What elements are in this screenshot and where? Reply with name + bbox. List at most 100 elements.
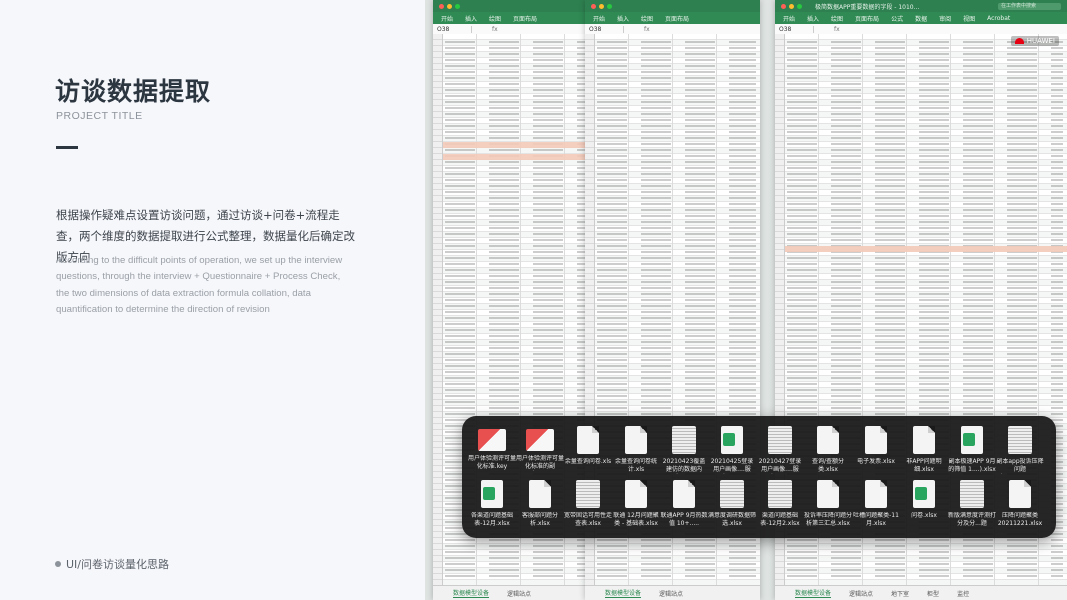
ribbon-tab[interactable]: 绘图 (489, 14, 501, 23)
file-item[interactable]: 电子发票.xlsx (852, 426, 900, 474)
file-name: 客服部问题分析.xlsx (521, 512, 558, 527)
minimize-icon[interactable] (789, 3, 794, 9)
document-file-icon (865, 480, 887, 508)
document-file-icon (625, 426, 647, 454)
file-item[interactable]: 新版满意度评测打分及分...题(1).xlsx (948, 480, 996, 528)
ribbon-tab[interactable]: 插入 (617, 14, 629, 23)
ribbon: 开始 插入 绘图 页面布局 (585, 12, 760, 24)
ribbon-tab[interactable]: 数据 (915, 14, 927, 23)
ribbon-tab[interactable]: 公式 (891, 14, 903, 23)
file-item[interactable]: 满意度调研数据筛选.xlsx (708, 480, 756, 528)
sheet-tabs: 数据模型设备 逻辑站点 (585, 585, 760, 600)
file-name: 联通APP 9月热数值 10+.....服).xlsx (660, 512, 708, 527)
file-name: 电子发票.xlsx (857, 458, 895, 465)
keynote-file-icon (478, 429, 506, 451)
maximize-icon[interactable] (797, 3, 802, 9)
file-item[interactable]: 吐槽问题聚类-11月.xlsx (852, 480, 900, 528)
sheet-tab[interactable]: 数据模型设备 (795, 588, 832, 598)
minimize-icon[interactable] (447, 3, 452, 9)
file-item[interactable]: 用户体验测评可量化标准.key (468, 426, 516, 474)
cell-reference[interactable]: O38 (589, 25, 624, 33)
cell-reference[interactable]: O38 (437, 25, 472, 33)
file-name: 20210427登录用户画像....服部.xlsx (758, 458, 802, 473)
ribbon-tab[interactable]: 开始 (783, 14, 795, 23)
ribbon-tab[interactable]: 开始 (441, 14, 453, 23)
ribbon-tab[interactable]: 视图 (963, 14, 975, 23)
footer-label: UI/问卷访谈量化思路 (55, 556, 169, 572)
ribbon-tab[interactable]: 插入 (465, 14, 477, 23)
ribbon-tab[interactable]: 审阅 (939, 14, 951, 23)
file-item[interactable]: 余量查询问卷.xls (564, 426, 612, 474)
document-file-icon (768, 426, 792, 454)
document-file-icon (817, 480, 839, 508)
ribbon-tab[interactable]: 页面布局 (665, 14, 689, 23)
sheet-tab[interactable]: 监控 (957, 589, 969, 598)
ribbon-tab[interactable]: 页面布局 (513, 14, 537, 23)
file-item[interactable]: 问卷.xlsx (900, 480, 948, 528)
document-file-icon (960, 480, 984, 508)
window-titlebar: 极简数据APP重要数据的字段 - 1010... 在工作表中搜索 (775, 0, 1067, 12)
file-item[interactable]: 余量查询问卷统计.xls (612, 426, 660, 474)
spreadsheet-file-icon (961, 426, 983, 454)
document-file-icon (913, 426, 935, 454)
sheet-tab[interactable]: 逻辑站点 (659, 589, 683, 598)
document-file-icon (768, 480, 792, 508)
ribbon-tab[interactable]: 开始 (593, 14, 605, 23)
sheet-tab[interactable]: 地下室 (891, 589, 909, 598)
ribbon-tab[interactable]: 页面布局 (855, 14, 879, 23)
document-file-icon (672, 426, 696, 454)
fx-icon[interactable]: fx (644, 26, 650, 33)
file-item[interactable]: 客服部问题分析.xlsx (516, 480, 564, 528)
file-item[interactable]: 副本app投诉压降问题解....216.xlsx (996, 426, 1044, 474)
sheet-tab[interactable]: 柜型 (927, 589, 939, 598)
minimize-icon[interactable] (599, 3, 604, 9)
sheet-tab[interactable]: 逻辑站点 (849, 589, 873, 598)
sheet-tab[interactable]: 逻辑站点 (507, 589, 531, 598)
file-item[interactable]: 宽带固话可用性走查表.xlsx (564, 480, 612, 528)
file-item[interactable]: 渠道问题基础表-12月2.xlsx (756, 480, 804, 528)
bullet-dot-icon (55, 561, 61, 567)
file-item[interactable]: 20210425登录用户画像....服部.xlsx (708, 426, 756, 474)
file-item[interactable]: 非APP问题明细.xlsx (900, 426, 948, 474)
file-item[interactable]: 各渠道问题基础表-12月.xlsx (468, 480, 516, 528)
ribbon-tab[interactable]: 插入 (807, 14, 819, 23)
close-icon[interactable] (439, 3, 444, 9)
title-divider (56, 146, 78, 149)
sheet-tab[interactable]: 数据模型设备 (605, 588, 642, 598)
fx-icon[interactable]: fx (492, 26, 498, 33)
file-item[interactable]: 投诉率压降问题分析第三汇总.xlsx (804, 480, 852, 528)
file-name: 问卷.xlsx (911, 512, 937, 519)
file-name: 满意度调研数据筛选.xlsx (708, 512, 756, 527)
file-item[interactable]: 联通 12月问题聚类 - 基础表.xlsx (612, 480, 660, 528)
maximize-icon[interactable] (455, 3, 460, 9)
close-icon[interactable] (781, 3, 786, 9)
sheet-search-input[interactable]: 在工作表中搜索 (998, 2, 1061, 10)
document-file-icon (817, 426, 839, 454)
file-name: 宽带固话可用性走查表.xlsx (564, 512, 612, 527)
ribbon-tab[interactable]: 绘图 (641, 14, 653, 23)
file-name: 各渠道问题基础表-12月.xlsx (470, 512, 513, 527)
fx-icon[interactable]: fx (834, 26, 840, 33)
maximize-icon[interactable] (607, 3, 612, 9)
cell-reference[interactable]: O38 (779, 25, 814, 33)
sheet-tab[interactable]: 数据模型设备 (453, 588, 490, 598)
footer-text: UI/问卷访谈量化思路 (66, 558, 170, 571)
file-item[interactable]: 副本极速APP 9月的筛值 1....).xlsx (948, 426, 996, 474)
file-item[interactable]: 查询/查额分类.xlsx (804, 426, 852, 474)
watermark-text: HUAWEI (1026, 37, 1055, 45)
file-item[interactable]: 压降问题聚类20211221.xlsx (996, 480, 1044, 528)
ribbon-tab[interactable]: Acrobat (987, 15, 1010, 22)
file-item[interactable]: 20210427登录用户画像....服部.xlsx (756, 426, 804, 474)
ribbon-tab[interactable]: 绘图 (831, 14, 843, 23)
file-name: 用户体验测评可量化标准.key (468, 455, 516, 470)
file-name: 20210425登录用户画像....服部.xlsx (710, 458, 754, 473)
spreadsheet-file-icon (481, 480, 503, 508)
document-file-icon (576, 480, 600, 508)
close-icon[interactable] (591, 3, 596, 9)
file-name: 余量查询问卷.xls (564, 458, 612, 465)
file-name: 新版满意度评测打分及分...题(1).xlsx (948, 512, 996, 527)
file-item[interactable]: 用户体验测评可量化标准的副本.key (516, 426, 564, 474)
window-title: 极简数据APP重要数据的字段 - 1010... (815, 3, 920, 11)
file-item[interactable]: 20210423覆盖建仿的数据内容.xlsx (660, 426, 708, 474)
file-item[interactable]: 联通APP 9月热数值 10+.....服).xlsx (660, 480, 708, 528)
